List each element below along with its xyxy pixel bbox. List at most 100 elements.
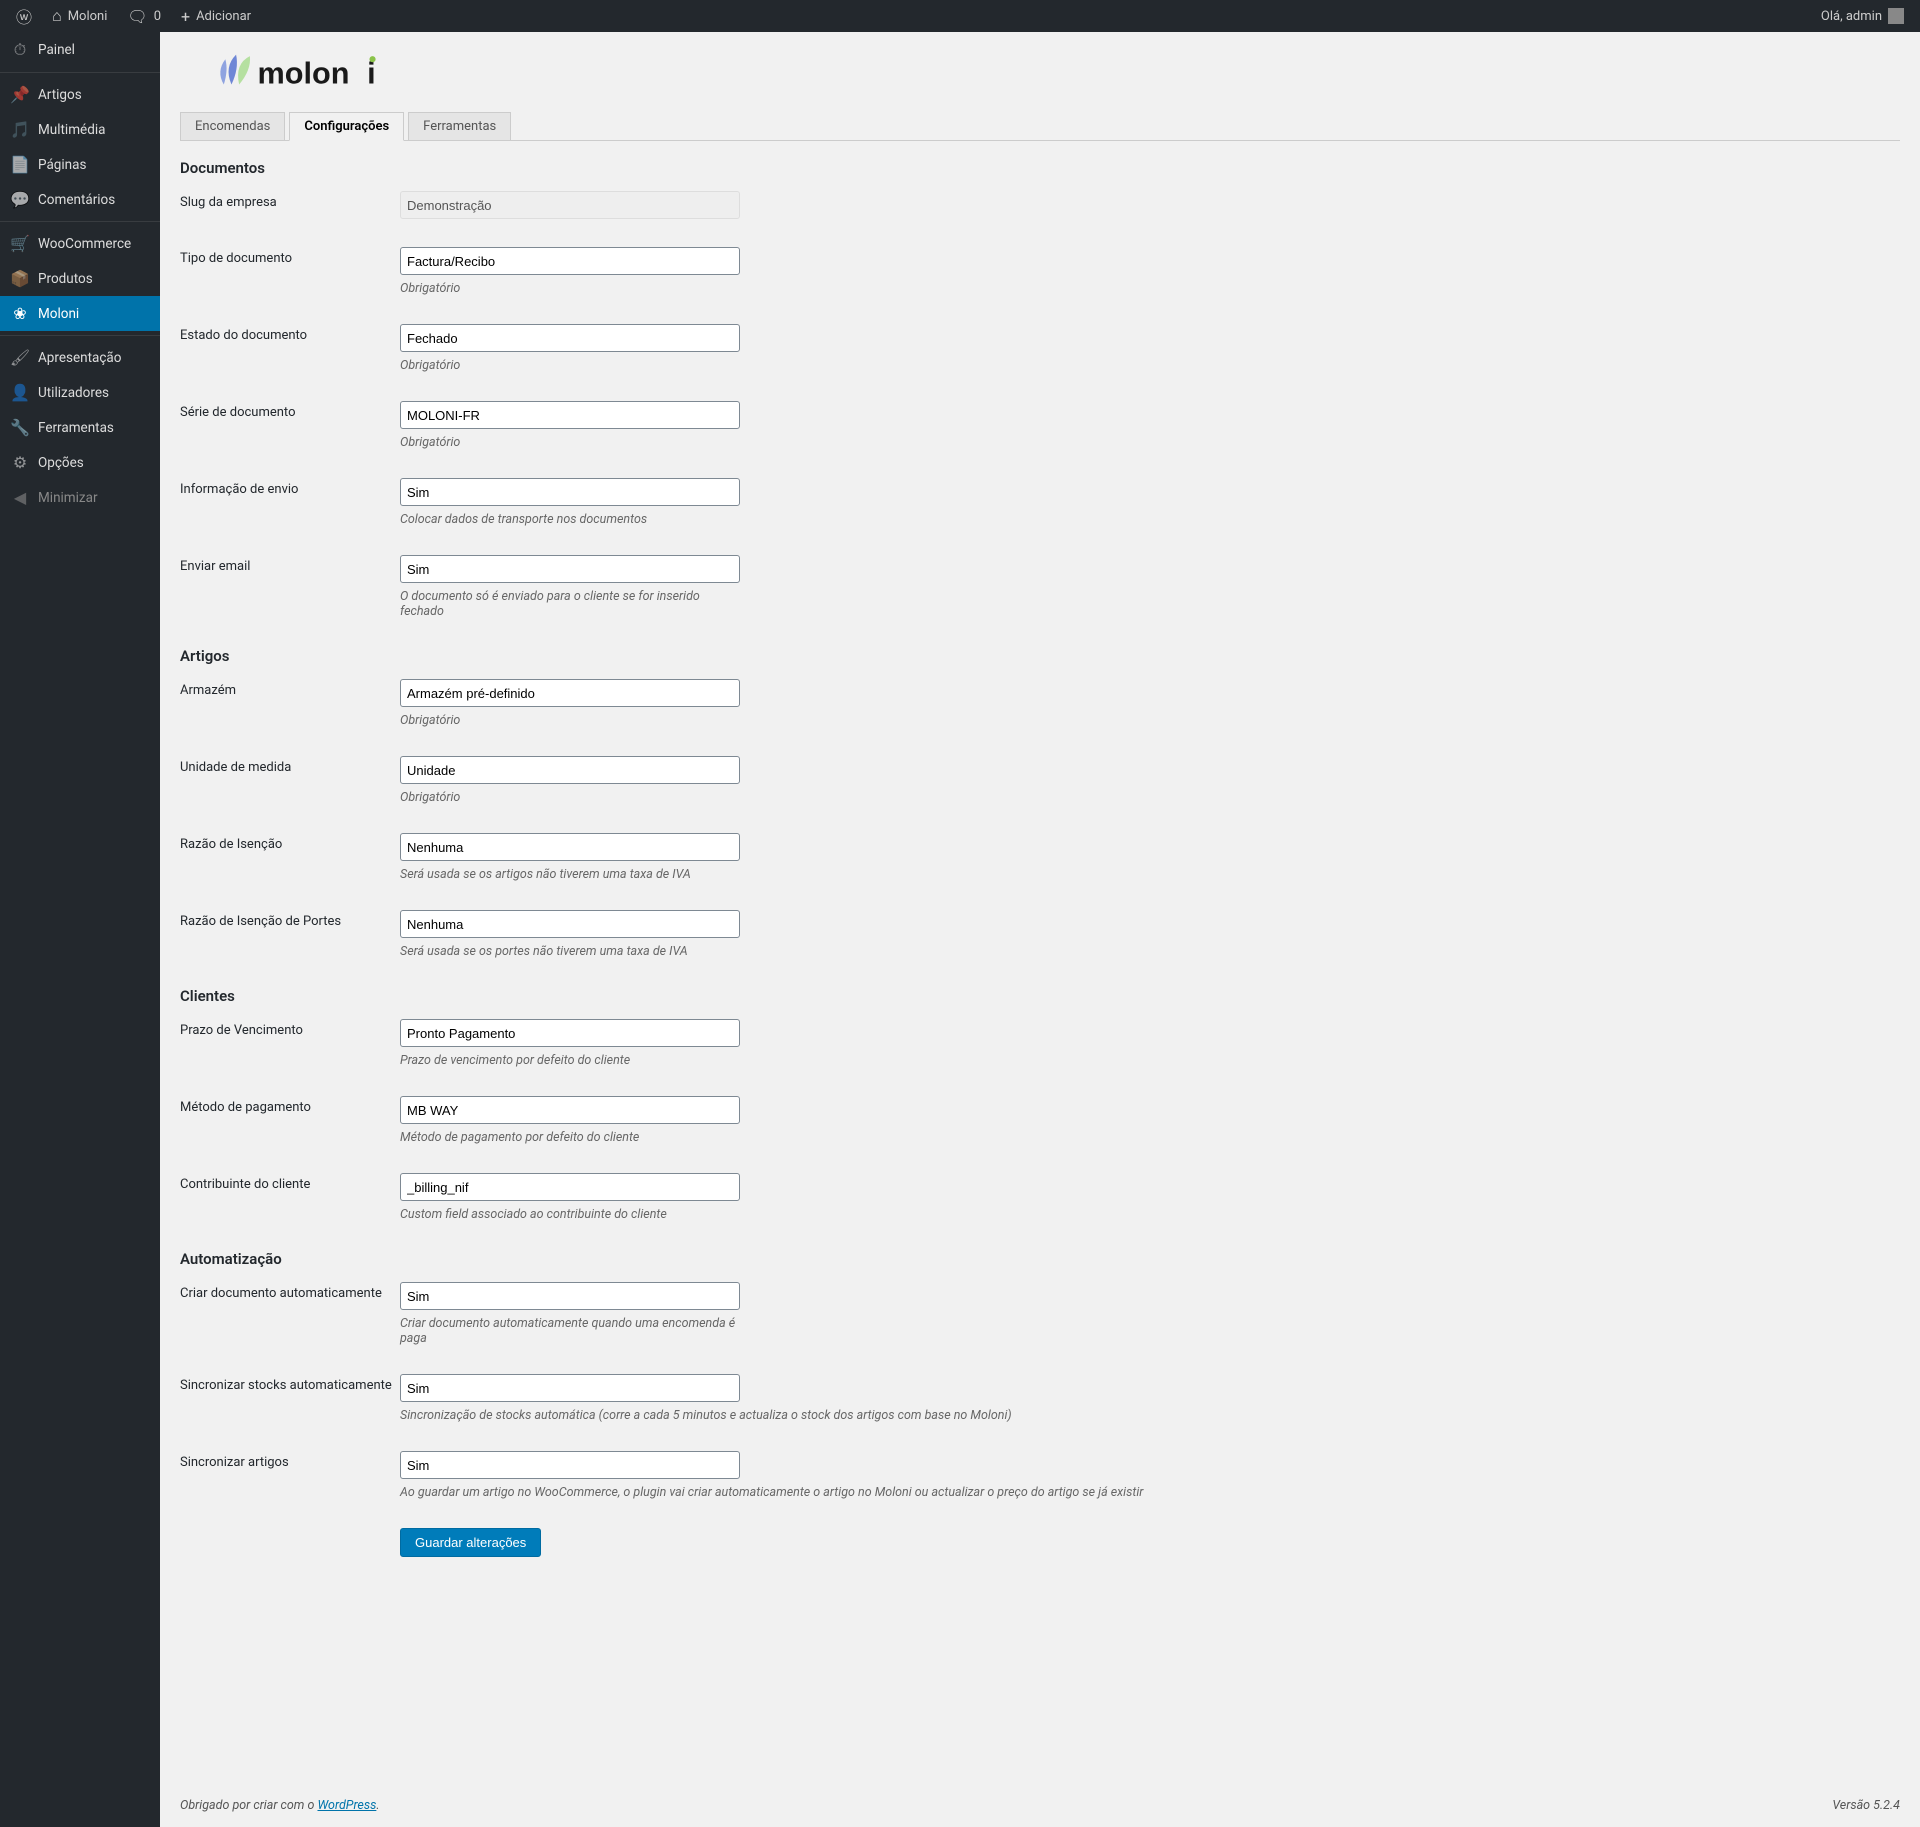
- admin-sidebar: ⏱ Painel 📌 Artigos 🎵Multimédia📄Páginas 💬 Comen…: [0, 32, 160, 1827]
- dash-icon: ⏱: [10, 40, 30, 60]
- tab-orders[interactable]: Encomendas: [180, 112, 285, 141]
- footer-thanks-suffix: .: [376, 1798, 379, 1813]
- plugin-logo: molon i: [180, 42, 1900, 112]
- sidebar-item-coment-rios[interactable]: 💬 Comentários: [0, 182, 160, 217]
- brush-icon: 🖌: [10, 348, 30, 367]
- desc-exemption-shipping: Será usada se os portes não tiverem uma …: [400, 944, 740, 959]
- plus-icon: +: [181, 7, 190, 26]
- sidebar-item-label: Artigos: [38, 87, 82, 103]
- pin-icon: 📌: [10, 85, 30, 104]
- tab-settings[interactable]: Configurações: [289, 112, 404, 141]
- tools-icon: 🔧: [10, 418, 30, 437]
- select-ship-info[interactable]: Sim: [400, 478, 740, 506]
- moloni-icon: ❀: [10, 304, 30, 323]
- label-doc-type: Tipo de documento: [180, 247, 400, 266]
- site-name: Moloni: [68, 9, 108, 24]
- select-warehouse[interactable]: Armazém pré-definido: [400, 679, 740, 707]
- add-new-link[interactable]: +Adicionar: [173, 0, 259, 32]
- footer: Obrigado por criar com o WordPress. Vers…: [180, 1784, 1900, 1827]
- select-vat-field[interactable]: _billing_nif: [400, 1173, 740, 1201]
- label-warehouse: Armazém: [180, 679, 400, 698]
- label-sync-stock: Sincronizar stocks automaticamente: [180, 1374, 400, 1393]
- desc-doc-series: Obrigatório: [400, 435, 740, 450]
- sidebar-item-label: Utilizadores: [38, 385, 109, 401]
- sidebar-item-woocommerce[interactable]: 🛒WooCommerce: [0, 221, 160, 261]
- users-icon: 👤: [10, 383, 30, 402]
- desc-warehouse: Obrigatório: [400, 713, 740, 728]
- sidebar-item-p-ginas[interactable]: 📄Páginas: [0, 147, 160, 182]
- sidebar-item-utilizadores[interactable]: 👤 Utilizadores: [0, 375, 160, 410]
- sidebar-item-label: Apresentação: [38, 350, 121, 366]
- avatar: [1888, 8, 1904, 24]
- select-doc-series[interactable]: MOLONI-FR: [400, 401, 740, 429]
- label-measure-unit: Unidade de medida: [180, 756, 400, 775]
- select-payment-method[interactable]: MB WAY: [400, 1096, 740, 1124]
- home-icon: ⌂: [52, 6, 62, 26]
- section-articles: Artigos: [180, 647, 1900, 665]
- label-payment-method: Método de pagamento: [180, 1096, 400, 1115]
- desc-send-email: O documento só é enviado para o cliente …: [400, 589, 740, 619]
- select-doc-status[interactable]: Fechado: [400, 324, 740, 352]
- comment-icon: 🗨: [127, 7, 147, 26]
- save-button[interactable]: Guardar alterações: [400, 1528, 541, 1557]
- label-send-email: Enviar email: [180, 555, 400, 574]
- footer-thanks-prefix: Obrigado por criar com o: [180, 1798, 317, 1813]
- sidebar-item-painel[interactable]: ⏱ Painel: [0, 32, 160, 68]
- page-icon: 📄: [10, 155, 30, 174]
- wp-logo[interactable]: ⓦ: [8, 0, 40, 32]
- sidebar-item-minimizar[interactable]: ◀ Minimizar: [0, 480, 160, 515]
- sidebar-item-label: Produtos: [38, 271, 93, 287]
- select-exemption-shipping[interactable]: Nenhuma: [400, 910, 740, 938]
- sidebar-item-artigos[interactable]: 📌 Artigos: [0, 72, 160, 112]
- desc-exemption: Será usada se os artigos não tiverem uma…: [400, 867, 740, 882]
- select-auto-doc[interactable]: Sim: [400, 1282, 740, 1310]
- comment-icon: 💬: [10, 190, 30, 209]
- input-company-slug: [400, 191, 740, 219]
- sidebar-item-label: WooCommerce: [38, 236, 131, 252]
- collapse-icon: ◀: [10, 488, 30, 507]
- desc-payment-method: Método de pagamento por defeito do clien…: [400, 1130, 740, 1145]
- footer-wp-link[interactable]: WordPress: [317, 1798, 376, 1813]
- desc-auto-doc: Criar documento automaticamente quando u…: [400, 1316, 740, 1346]
- select-sync-articles[interactable]: Sim: [400, 1451, 740, 1479]
- media-icon: 🎵: [10, 120, 30, 139]
- user-menu[interactable]: Olá, admin: [1813, 0, 1912, 32]
- section-documents: Documentos: [180, 159, 1900, 177]
- box-icon: 📦: [10, 269, 30, 288]
- label-exemption-shipping: Razão de Isenção de Portes: [180, 910, 400, 929]
- comments-link[interactable]: 🗨0: [119, 0, 169, 32]
- sidebar-item-label: Opções: [38, 455, 84, 471]
- desc-maturity: Prazo de vencimento por defeito do clien…: [400, 1053, 740, 1068]
- sidebar-item-ferramentas[interactable]: 🔧 Ferramentas: [0, 410, 160, 445]
- sidebar-item-multim-dia[interactable]: 🎵Multimédia: [0, 112, 160, 147]
- sidebar-item-label: Ferramentas: [38, 420, 114, 436]
- select-maturity[interactable]: Pronto Pagamento: [400, 1019, 740, 1047]
- sidebar-item-label: Minimizar: [38, 490, 98, 506]
- tab-tools[interactable]: Ferramentas: [408, 112, 511, 141]
- desc-doc-status: Obrigatório: [400, 358, 740, 373]
- select-exemption[interactable]: Nenhuma: [400, 833, 740, 861]
- sidebar-item-label: Comentários: [38, 192, 115, 208]
- label-sync-articles: Sincronizar artigos: [180, 1451, 400, 1470]
- select-measure-unit[interactable]: Unidade: [400, 756, 740, 784]
- sidebar-item-moloni[interactable]: ❀ Moloni: [0, 296, 160, 331]
- sidebar-item-op-es[interactable]: ⚙ Opções: [0, 445, 160, 480]
- label-vat-field: Contribuinte do cliente: [180, 1173, 400, 1192]
- footer-version: Versão 5.2.4: [1832, 1798, 1900, 1813]
- sidebar-item-apresenta-o[interactable]: 🖌 Apresentação: [0, 335, 160, 375]
- sidebar-item-label: Painel: [38, 42, 75, 58]
- label-auto-doc: Criar documento automaticamente: [180, 1282, 400, 1301]
- sidebar-item-label: Moloni: [38, 306, 79, 322]
- desc-doc-type: Obrigatório: [400, 281, 740, 296]
- select-sync-stock[interactable]: Sim: [400, 1374, 740, 1402]
- label-doc-series: Série de documento: [180, 401, 400, 420]
- greeting: Olá, admin: [1821, 9, 1882, 24]
- desc-measure-unit: Obrigatório: [400, 790, 740, 805]
- sidebar-item-produtos[interactable]: 📦 Produtos: [0, 261, 160, 296]
- admin-bar: ⓦ ⌂ Moloni 🗨0 +Adicionar Olá, admin: [0, 0, 1920, 32]
- select-send-email[interactable]: Sim: [400, 555, 740, 583]
- site-link[interactable]: ⌂ Moloni: [44, 0, 115, 32]
- label-doc-status: Estado do documento: [180, 324, 400, 343]
- select-doc-type[interactable]: Factura/Recibo: [400, 247, 740, 275]
- settings-icon: ⚙: [10, 453, 30, 472]
